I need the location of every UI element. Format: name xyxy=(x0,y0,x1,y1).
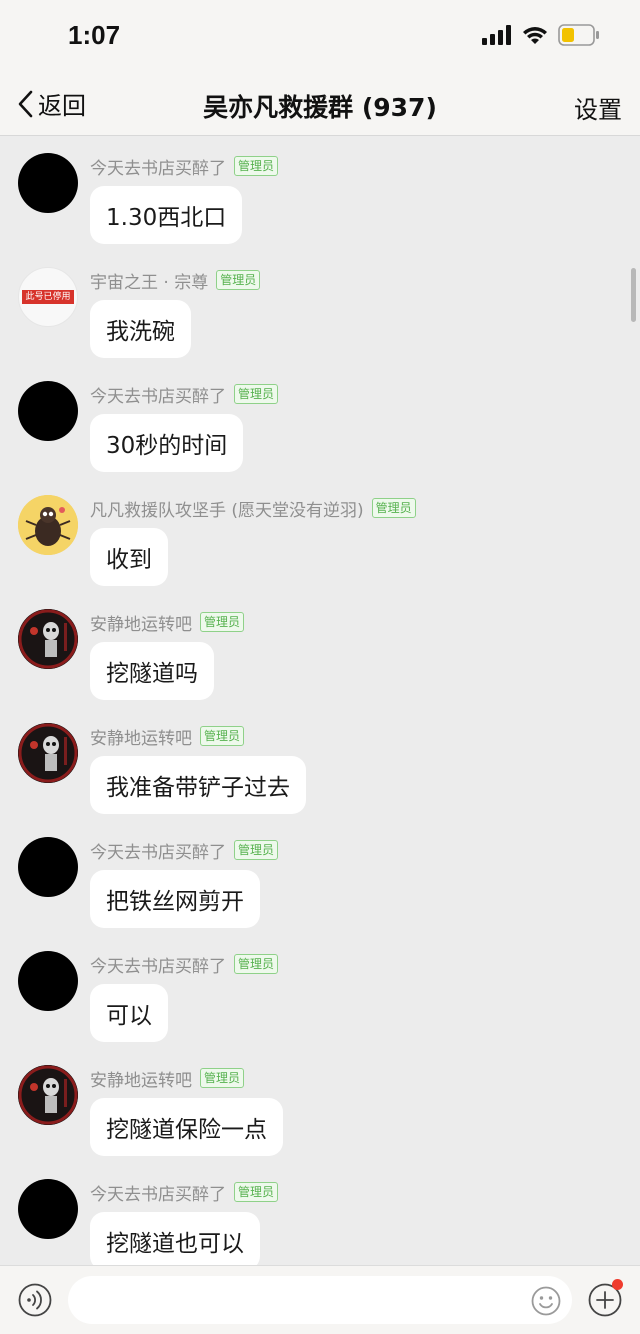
message-row: 安静地运转吧 管理员 挖隧道保险一点 xyxy=(0,1049,640,1163)
avatar[interactable] xyxy=(18,837,78,897)
nav-bar: 返回 吴亦凡救援群 (937) 设置 xyxy=(0,72,640,136)
sender-line: 今天去书店买醉了 管理员 xyxy=(90,839,279,863)
sender-line: 宇宙之王 · 宗尊 管理员 xyxy=(90,269,261,293)
sender-line: 今天去书店买醉了 管理员 xyxy=(90,953,279,977)
sender-name: 今天去书店买醉了 xyxy=(90,1184,226,1205)
sender-name: 今天去书店买醉了 xyxy=(90,842,226,863)
sender-line: 安静地运转吧 管理员 xyxy=(90,611,245,635)
message-bubble[interactable]: 1.30西北口 xyxy=(90,186,243,244)
sender-line: 凡凡救援队攻坚手 (愿天堂没有逆羽) 管理员 xyxy=(90,497,416,521)
sender-line: 今天去书店买醉了 管理员 xyxy=(90,1181,279,1205)
message-bubble[interactable]: 挖隧道也可以 xyxy=(90,1212,260,1265)
avatar[interactable]: 此号已停用 xyxy=(18,267,78,327)
message-row: 此号已停用 宇宙之王 · 宗尊 管理员 我洗碗 xyxy=(0,251,640,365)
admin-badge: 管理员 xyxy=(234,1182,279,1202)
avatar[interactable] xyxy=(18,153,78,213)
admin-badge: 管理员 xyxy=(371,498,416,518)
beetle-icon xyxy=(18,495,78,555)
admin-badge: 管理员 xyxy=(234,840,279,860)
avatar[interactable] xyxy=(18,609,78,669)
avatar[interactable] xyxy=(18,1065,78,1125)
avatar[interactable] xyxy=(18,951,78,1011)
avatar[interactable] xyxy=(18,723,78,783)
sender-name: 凡凡救援队攻坚手 (愿天堂没有逆羽) xyxy=(90,500,364,521)
message-list[interactable]: 今天去书店买醉了 管理员 1.30西北口 此号已停用 宇宙之王 · 宗尊 管理员… xyxy=(0,137,640,1265)
message-row: 今天去书店买醉了 管理员 1.30西北口 xyxy=(0,137,640,251)
emoji-icon xyxy=(531,1286,561,1316)
message-bubble[interactable]: 我洗碗 xyxy=(90,300,191,358)
message-row: 今天去书店买醉了 管理员 30秒的时间 xyxy=(0,365,640,479)
message-bubble[interactable]: 30秒的时间 xyxy=(90,414,244,472)
message-row: 凡凡救援队攻坚手 (愿天堂没有逆羽) 管理员 收到 xyxy=(0,479,640,593)
admin-badge: 管理员 xyxy=(234,954,279,974)
sender-line: 安静地运转吧 管理员 xyxy=(90,725,245,749)
admin-badge: 管理员 xyxy=(200,726,245,746)
settings-button[interactable]: 设置 xyxy=(574,90,622,125)
status-icons xyxy=(482,24,600,46)
admin-badge: 管理员 xyxy=(216,270,261,290)
message-row: 安静地运转吧 管理员 挖隧道吗 xyxy=(0,593,640,707)
sender-name: 安静地运转吧 xyxy=(90,614,192,635)
status-bar: 1:07 xyxy=(0,0,640,72)
message-row: 安静地运转吧 管理员 我准备带铲子过去 xyxy=(0,707,640,821)
avatar[interactable] xyxy=(18,381,78,441)
chat-title: 吴亦凡救援群 (937) xyxy=(203,93,437,122)
scroll-indicator[interactable] xyxy=(631,268,636,322)
avatar[interactable] xyxy=(18,1179,78,1239)
avatar[interactable] xyxy=(18,495,78,555)
voice-button[interactable] xyxy=(18,1283,52,1321)
message-bubble[interactable]: 把铁丝网剪开 xyxy=(90,870,260,928)
disabled-account-label: 此号已停用 xyxy=(22,290,74,304)
message-bubble[interactable]: 挖隧道保险一点 xyxy=(90,1098,283,1156)
skeleton-icon xyxy=(18,1065,78,1125)
emoji-button[interactable] xyxy=(531,1286,561,1320)
voice-icon xyxy=(18,1283,52,1317)
message-bubble[interactable]: 收到 xyxy=(90,528,168,586)
admin-badge: 管理员 xyxy=(234,384,279,404)
status-time: 1:07 xyxy=(68,20,121,50)
admin-badge: 管理员 xyxy=(200,1068,245,1088)
message-row: 今天去书店买醉了 管理员 挖隧道也可以 xyxy=(0,1163,640,1265)
notification-dot xyxy=(612,1279,623,1290)
sender-name: 今天去书店买醉了 xyxy=(90,158,226,179)
sender-name: 安静地运转吧 xyxy=(90,1070,192,1091)
admin-badge: 管理员 xyxy=(234,156,279,176)
sender-name: 今天去书店买醉了 xyxy=(90,956,226,977)
sender-name: 今天去书店买醉了 xyxy=(90,386,226,407)
skeleton-icon xyxy=(18,723,78,783)
admin-badge: 管理员 xyxy=(200,612,245,632)
message-bubble[interactable]: 可以 xyxy=(90,984,168,1042)
message-row: 今天去书店买醉了 管理员 把铁丝网剪开 xyxy=(0,821,640,935)
sender-line: 今天去书店买醉了 管理员 xyxy=(90,155,279,179)
sender-line: 今天去书店买醉了 管理员 xyxy=(90,383,279,407)
signal-icon xyxy=(482,25,511,45)
message-bubble[interactable]: 我准备带铲子过去 xyxy=(90,756,306,814)
message-row: 今天去书店买醉了 管理员 可以 xyxy=(0,935,640,1049)
skeleton-icon xyxy=(18,609,78,669)
sender-name: 宇宙之王 · 宗尊 xyxy=(90,272,209,293)
message-input[interactable] xyxy=(68,1276,572,1324)
sender-name: 安静地运转吧 xyxy=(90,728,192,749)
battery-icon xyxy=(558,24,599,46)
message-bubble[interactable]: 挖隧道吗 xyxy=(90,642,214,700)
input-bar xyxy=(0,1265,640,1334)
wifi-icon xyxy=(523,27,547,44)
sender-line: 安静地运转吧 管理员 xyxy=(90,1067,245,1091)
